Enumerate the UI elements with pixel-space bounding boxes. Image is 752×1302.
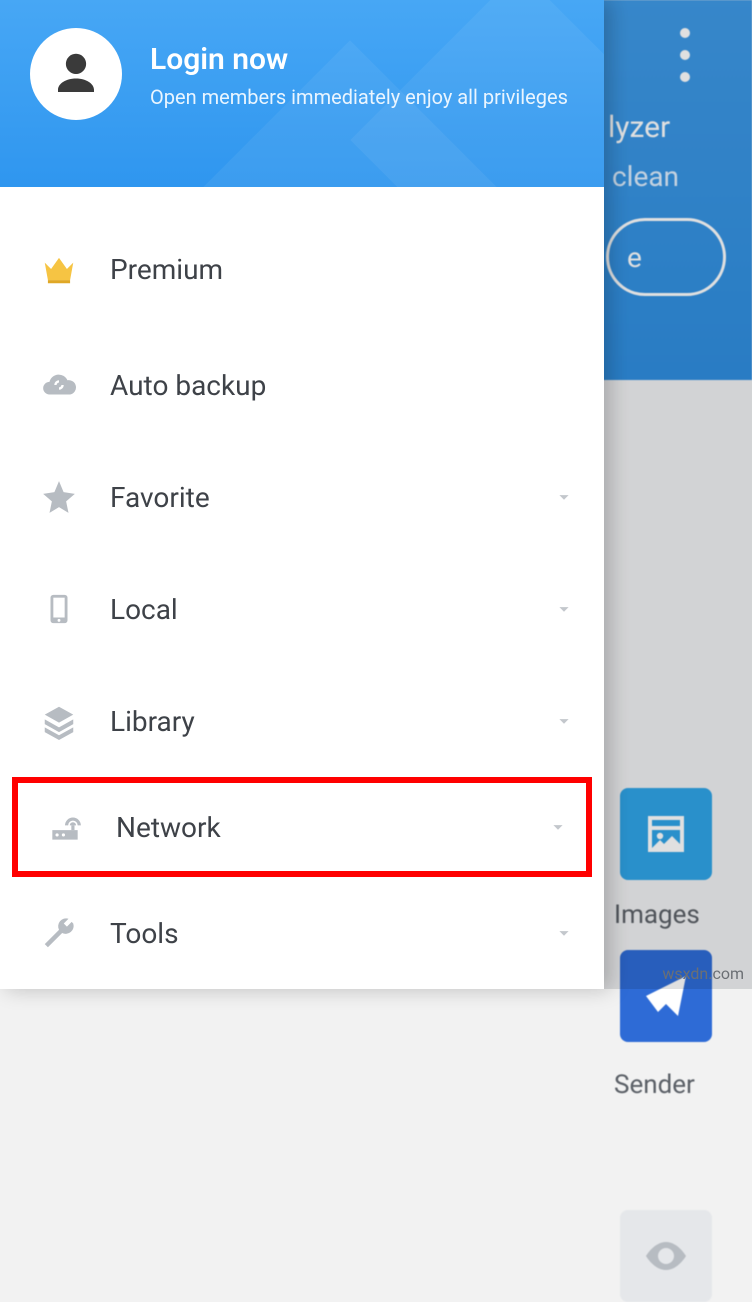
layers-icon (36, 702, 82, 740)
menu-item-network[interactable]: Network (12, 777, 592, 877)
drawer-header[interactable]: Login now Open members immediately enjoy… (0, 0, 604, 187)
phone-icon (36, 589, 82, 629)
chevron-down-icon (550, 483, 578, 511)
menu-item-favorite[interactable]: Favorite (0, 441, 604, 553)
eye-icon (642, 1232, 690, 1280)
chevron-down-icon (550, 595, 578, 623)
menu-item-library[interactable]: Library (0, 665, 604, 777)
menu-item-autobackup[interactable]: Auto backup (0, 329, 604, 441)
menu-item-label: Local (110, 593, 550, 626)
chevron-down-icon (550, 919, 578, 947)
chevron-down-icon (550, 707, 578, 735)
drawer-menu: Premium Auto backup Favorite Local (0, 187, 604, 989)
menu-item-tools[interactable]: Tools (0, 877, 604, 989)
star-icon (36, 478, 82, 516)
avatar[interactable] (30, 28, 122, 120)
menu-item-label: Premium (110, 253, 578, 286)
menu-item-label: Library (110, 705, 550, 738)
wrench-icon (36, 914, 82, 952)
menu-item-label: Favorite (110, 481, 550, 514)
menu-item-label: Tools (110, 917, 550, 950)
menu-item-premium[interactable]: Premium (0, 209, 604, 329)
chevron-down-icon (544, 813, 572, 841)
router-icon (42, 808, 88, 846)
menu-item-label: Network (116, 811, 544, 844)
hidden-tile[interactable] (620, 1210, 712, 1302)
menu-item-label: Auto backup (110, 369, 578, 402)
navigation-drawer: Login now Open members immediately enjoy… (0, 0, 604, 989)
person-icon (49, 47, 103, 101)
crown-icon (36, 250, 82, 288)
watermark: wsxdn.com (662, 964, 744, 983)
cloud-sync-icon (36, 366, 82, 404)
sender-label: Sender (614, 1070, 695, 1100)
menu-item-local[interactable]: Local (0, 553, 604, 665)
